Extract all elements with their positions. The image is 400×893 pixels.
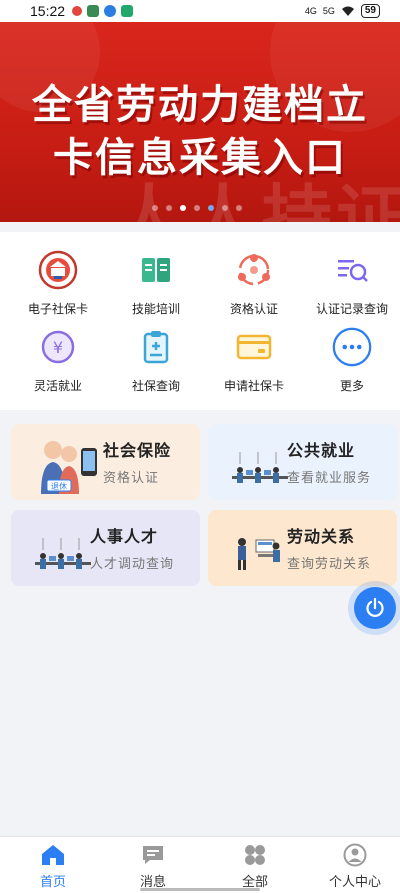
promo-banner[interactable]: 人人持证 全省劳动力建档立 卡信息采集入口 — [0, 22, 400, 222]
floating-power-button[interactable] — [354, 587, 396, 629]
card-title: 公共就业 — [287, 441, 356, 460]
service-e-social-card[interactable]: 电子社保卡 — [8, 250, 108, 317]
service-label: 更多 — [339, 379, 364, 393]
service-label: 电子社保卡 — [27, 302, 88, 316]
card-personnel-talent[interactable]: 人事人才 人才调动查询 — [11, 510, 200, 586]
network-4g: 4G — [304, 6, 317, 16]
service-label: 社保查询 — [131, 379, 180, 393]
more-icon — [332, 327, 372, 367]
people-circle-icon — [234, 250, 274, 290]
office-workers-illustration — [228, 434, 292, 494]
book-icon — [136, 250, 176, 290]
image-notification-icon — [121, 5, 133, 17]
card-subtitle: 资格认证 — [103, 471, 160, 486]
list-search-icon — [332, 250, 372, 290]
tab-home[interactable]: 首页 — [3, 841, 103, 890]
wifi-icon — [341, 6, 354, 16]
card-icon — [234, 327, 274, 367]
tab-messages[interactable]: 消息 — [103, 841, 203, 890]
battery-indicator: 59 — [360, 4, 380, 18]
card-subtitle: 查询劳动关系 — [287, 557, 372, 572]
notification-icons — [72, 5, 133, 17]
clipboard-icon — [136, 327, 176, 367]
service-social-security-query[interactable]: 社保查询 — [106, 327, 206, 394]
service-label: 技能培训 — [131, 302, 180, 316]
service-label: 申请社保卡 — [223, 379, 284, 393]
card-title: 社会保险 — [103, 441, 172, 460]
carousel-indicator — [152, 205, 242, 211]
elderly-couple-illustration: 退休 — [31, 434, 97, 494]
network-5g: 5G — [322, 6, 335, 16]
service-flexible-employment[interactable]: ¥ 灵活就业 — [8, 327, 108, 394]
tab-all[interactable]: 全部 — [205, 841, 305, 890]
tab-personal-center[interactable]: 个人中心 — [305, 841, 400, 890]
power-icon — [366, 597, 384, 617]
user-icon — [343, 843, 367, 867]
service-apply-social-card[interactable]: 申请社保卡 — [204, 327, 304, 394]
card-title: 劳动关系 — [287, 527, 356, 546]
status-right: 4G 5G 59 — [305, 4, 380, 18]
meeting-illustration — [228, 520, 292, 580]
status-bar: 15:22 4G 5G 59 — [0, 0, 400, 22]
card-subtitle: 查看就业服务 — [287, 471, 372, 486]
card-labor-relations[interactable]: 劳动关系 查询劳动关系 — [208, 510, 397, 586]
service-cert-record-query[interactable]: 认证记录查询 — [302, 250, 400, 317]
message-icon — [143, 846, 163, 864]
svg-text:¥: ¥ — [53, 338, 63, 357]
card-public-employment[interactable]: 公共就业 查看就业服务 — [208, 424, 397, 500]
service-skill-training[interactable]: 技能培训 — [106, 250, 206, 317]
carousel-dot[interactable] — [208, 205, 214, 211]
carousel-dot[interactable] — [166, 205, 172, 211]
service-grid: 电子社保卡 技能培训 资格认证 认证记录查询 ¥ 灵活就业 社保查询 申请社保卡… — [0, 232, 400, 410]
bottom-tab-bar: 首页 消息 全部 个人中心 — [0, 836, 400, 893]
status-time: 15:22 — [30, 3, 66, 19]
service-label: 认证记录查询 — [315, 302, 388, 316]
carousel-dot-active[interactable] — [180, 205, 186, 211]
carousel-dot[interactable] — [222, 205, 228, 211]
card-title: 人事人才 — [90, 527, 159, 546]
office-workers-illustration — [31, 520, 95, 580]
home-indicator — [0, 887, 400, 893]
app-notification-icon — [72, 6, 82, 16]
service-qualification-cert[interactable]: 资格认证 — [204, 250, 304, 317]
card-subtitle: 人才调动查询 — [90, 557, 175, 572]
browser-notification-icon — [104, 5, 116, 17]
service-label: 资格认证 — [229, 302, 278, 316]
service-more[interactable]: 更多 — [302, 327, 400, 394]
home-icon — [42, 845, 64, 865]
banner-title-line2: 卡信息采集入口 — [53, 135, 347, 181]
retired-badge-text: 退休 — [51, 481, 67, 491]
carousel-dot[interactable] — [194, 205, 200, 211]
social-security-card-icon — [38, 250, 78, 290]
carousel-dot[interactable] — [152, 205, 158, 211]
service-label: 灵活就业 — [33, 379, 82, 393]
person-notification-icon — [87, 5, 99, 17]
banner-title-line1: 全省劳动力建档立 — [32, 82, 368, 128]
yuan-icon: ¥ — [38, 327, 78, 367]
carousel-dot[interactable] — [236, 205, 242, 211]
grid-icon — [245, 845, 265, 865]
card-social-insurance[interactable]: 退休 社会保险 资格认证 — [11, 424, 200, 500]
